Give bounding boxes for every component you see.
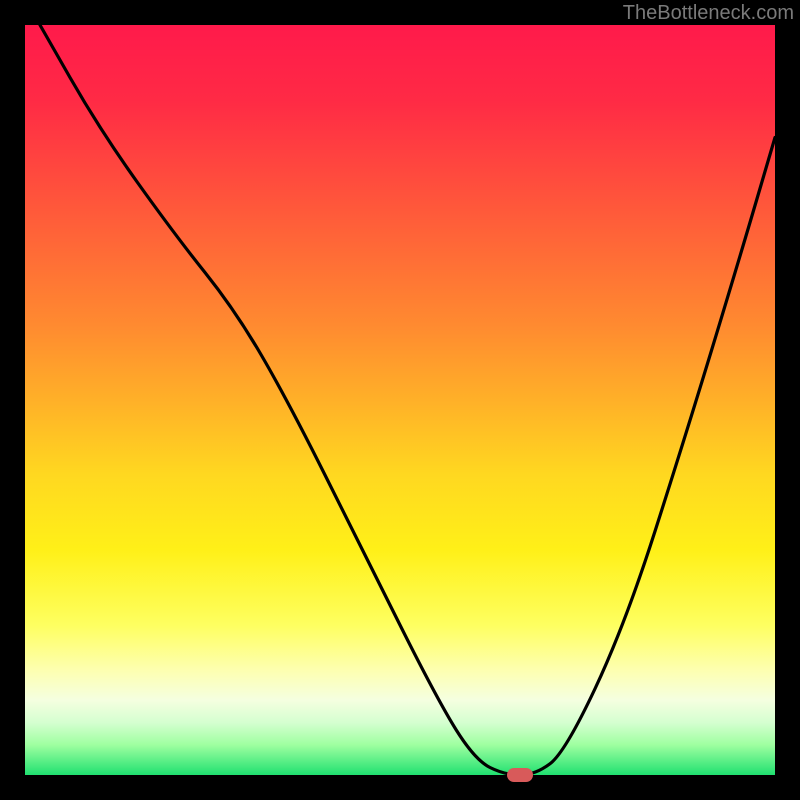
optimal-marker (507, 768, 533, 782)
chart-frame: TheBottleneck.com (0, 0, 800, 800)
watermark-text: TheBottleneck.com (623, 2, 794, 25)
plot-area (25, 25, 775, 775)
bottleneck-curve (40, 25, 775, 775)
curve-svg (25, 25, 775, 775)
